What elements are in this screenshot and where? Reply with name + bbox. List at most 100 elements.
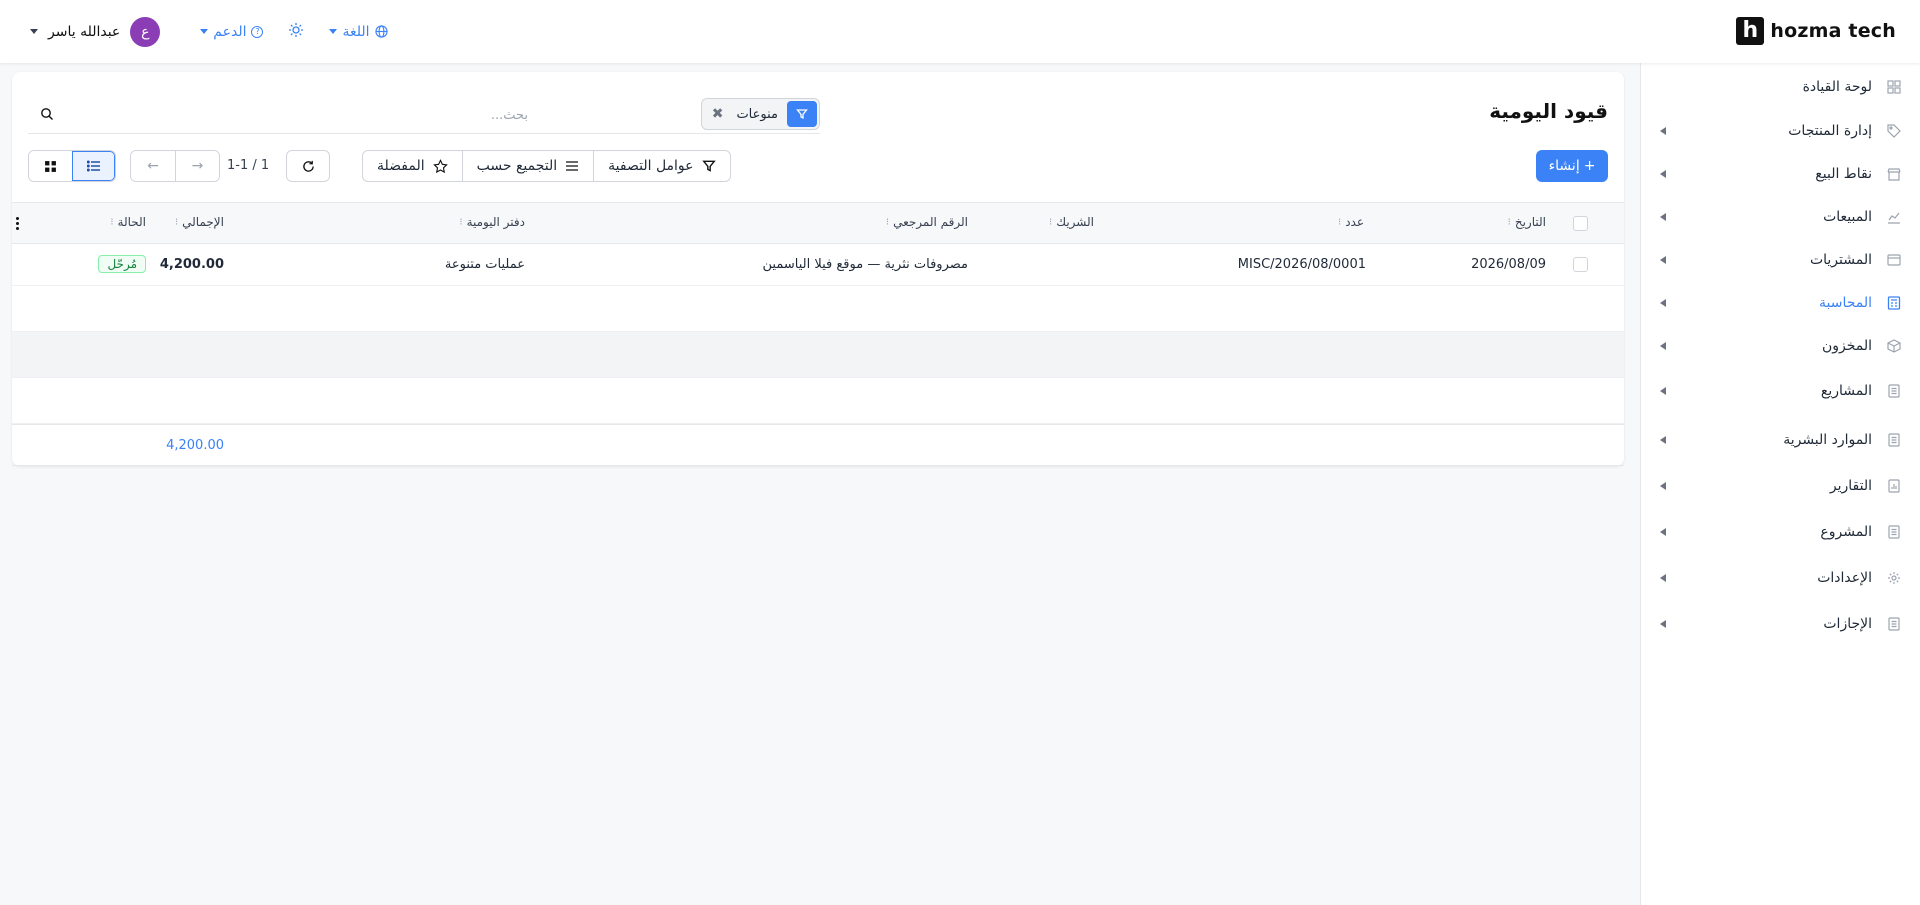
expand-arrow-icon[interactable]: [1660, 256, 1666, 264]
theme-toggle-button[interactable]: [288, 22, 304, 42]
cell-total: 4,200.00: [159, 257, 224, 272]
favorites-label: المفضلة: [377, 158, 425, 174]
column-partner[interactable]: الشريك ⁝: [1049, 215, 1094, 229]
sidebar-item[interactable]: الإعدادات: [1640, 558, 1920, 598]
table-footer: 4,200.00: [12, 424, 1624, 466]
refresh-icon: [302, 160, 314, 172]
expand-arrow-icon[interactable]: [1660, 342, 1666, 350]
pager-value[interactable]: 1-1 / 1: [227, 158, 269, 173]
group-by-button[interactable]: التجميع حسب: [461, 151, 594, 181]
expand-arrow-icon[interactable]: [1660, 213, 1666, 221]
sidebar-item[interactable]: المشاريع: [1640, 371, 1920, 411]
sidebar-item-label: المحاسبة: [1818, 295, 1872, 311]
previous-page-button[interactable]: ←: [131, 151, 175, 181]
sun-icon: [289, 22, 304, 37]
sidebar-item-label: الإعدادات: [1817, 570, 1872, 586]
column-status[interactable]: الحالة ⁝: [110, 215, 146, 229]
expand-arrow-icon[interactable]: [1660, 170, 1666, 178]
search-input[interactable]: [68, 102, 528, 128]
chevron-down-icon: [200, 29, 209, 34]
logo-text: hozma tech: [1770, 20, 1896, 42]
cell-status: مُرحّل: [98, 255, 146, 273]
sidebar-item[interactable]: المحاسبة: [1640, 283, 1920, 323]
sort-icon: ⁝: [885, 216, 890, 228]
document-icon: [1886, 432, 1902, 448]
user-menu[interactable]: عبدالله ياسر ع: [30, 16, 161, 47]
column-date[interactable]: التاريخ ⁝: [1508, 215, 1546, 229]
filter-icon: [787, 101, 817, 127]
journal-entries-table: التاريخ ⁝ عدد ⁝ الشريك ⁝ الرقم المرجعي ⁝ دفت…: [12, 202, 1624, 466]
favorites-button[interactable]: المفضلة: [363, 151, 462, 181]
language-menu[interactable]: اللغة: [329, 24, 388, 40]
sidebar-item[interactable]: المخزون: [1640, 326, 1920, 366]
avatar[interactable]: ع: [130, 16, 161, 47]
sort-icon: ⁝: [1049, 216, 1053, 228]
view-switcher: [28, 150, 116, 182]
expand-arrow-icon[interactable]: [1660, 299, 1666, 307]
sidebar-item-label: لوحة القيادة: [1802, 79, 1872, 95]
empty-row: [12, 286, 1624, 332]
sort-icon: ⁝: [174, 216, 179, 228]
list-icon: [86, 160, 100, 172]
create-button[interactable]: + إنشاء: [1536, 150, 1608, 182]
expand-arrow-icon[interactable]: [1660, 436, 1666, 444]
sidebar-item[interactable]: المشتريات: [1640, 240, 1920, 280]
column-total[interactable]: الإجمالي ⁝: [175, 215, 224, 229]
sidebar-item-label: نقاط البيع: [1815, 166, 1872, 182]
search-bar: منوعات ✖: [28, 96, 820, 134]
sidebar-item[interactable]: الإجازات: [1640, 604, 1920, 644]
select-all-checkbox[interactable]: [1573, 216, 1588, 231]
search-icon[interactable]: [40, 107, 54, 121]
sidebar-item-label: المشروع: [1820, 524, 1872, 540]
column-number[interactable]: عدد ⁝: [1338, 215, 1364, 229]
brand-logo[interactable]: h hozma tech: [1736, 17, 1896, 45]
sidebar-item[interactable]: التقارير: [1640, 466, 1920, 506]
document-icon: [1886, 616, 1902, 632]
chevron-down-icon: [30, 29, 38, 34]
table-row[interactable]: 2026/08/09 MISC/2026/08/0001 مصروفات نثر…: [12, 244, 1624, 286]
filters-button[interactable]: عوامل التصفية: [593, 151, 729, 181]
close-icon[interactable]: ✖: [704, 106, 728, 122]
column-journal[interactable]: دفتر اليومية ⁝: [459, 215, 525, 229]
column-date-label: التاريخ: [1514, 215, 1546, 229]
user-name: عبدالله ياسر: [48, 23, 121, 40]
top-header: h hozma tech عبدالله ياسر ع الدعم ? اللغ…: [0, 0, 1920, 63]
store-icon: [1886, 166, 1902, 182]
sidebar-item-label: التقارير: [1829, 478, 1872, 494]
column-reference[interactable]: الرقم المرجعي ⁝: [886, 215, 968, 229]
expand-arrow-icon[interactable]: [1660, 528, 1666, 536]
row-checkbox[interactable]: [1573, 257, 1588, 272]
sidebar-item[interactable]: المبيعات: [1640, 197, 1920, 237]
trending-chart-icon: [1886, 209, 1902, 225]
pager-controls: ← →: [130, 150, 220, 182]
expand-arrow-icon[interactable]: [1660, 482, 1666, 490]
column-options-icon[interactable]: [16, 217, 20, 230]
sidebar-item[interactable]: المشروع: [1640, 512, 1920, 552]
sidebar-item[interactable]: الموارد البشرية: [1640, 420, 1920, 460]
expand-arrow-icon[interactable]: [1660, 620, 1666, 628]
expand-arrow-icon[interactable]: [1660, 127, 1666, 135]
refresh-button[interactable]: [286, 150, 330, 182]
kanban-view-button[interactable]: [29, 151, 72, 181]
support-label: الدعم: [213, 23, 247, 40]
sidebar-item-label: الموارد البشرية: [1783, 432, 1872, 448]
cell-number: MISC/2026/08/0001: [1237, 257, 1366, 272]
sidebar: لوحة القيادة إدارة المنتجات نقاط البيع المب…: [1640, 63, 1920, 905]
star-icon: [432, 158, 448, 173]
sidebar-item[interactable]: إدارة المنتجات: [1640, 111, 1920, 151]
help-circle-icon: ?: [251, 25, 264, 38]
expand-arrow-icon[interactable]: [1660, 574, 1666, 582]
wallet-icon: [1886, 252, 1902, 268]
list-lines-icon: [566, 161, 579, 171]
list-view-button[interactable]: [72, 151, 115, 181]
sidebar-item[interactable]: لوحة القيادة: [1640, 67, 1920, 107]
sidebar-item[interactable]: نقاط البيع: [1640, 154, 1920, 194]
footer-total: 4,200.00: [166, 438, 224, 453]
gear-icon: [1886, 570, 1902, 586]
expand-arrow-icon[interactable]: [1660, 387, 1666, 395]
next-page-button[interactable]: →: [175, 151, 219, 181]
filter-facet[interactable]: منوعات ✖: [700, 98, 820, 130]
document-icon: [1886, 524, 1902, 540]
sort-icon: ⁝: [1507, 216, 1511, 228]
support-menu[interactable]: الدعم ?: [200, 23, 264, 40]
